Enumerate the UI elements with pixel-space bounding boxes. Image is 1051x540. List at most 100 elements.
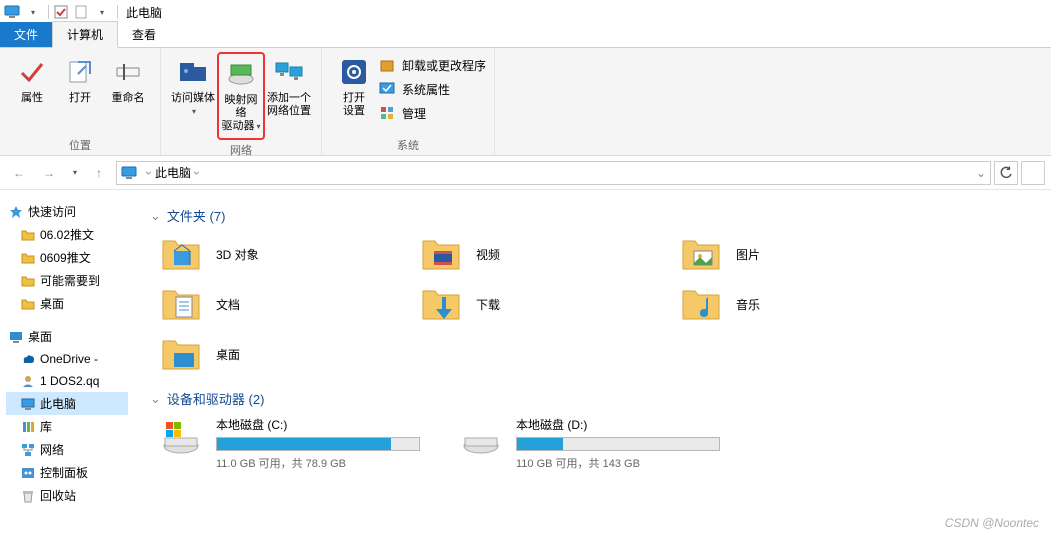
nav-forward-button[interactable]: → [36, 160, 62, 186]
drive-name: 本地磁盘 (D:) [516, 416, 720, 433]
properties-button[interactable]: 属性 [8, 52, 56, 109]
nav-item[interactable]: 库 [6, 415, 128, 438]
nav-label: 控制面板 [40, 464, 88, 481]
folder-item[interactable]: 3D 对象 [160, 233, 380, 275]
folder-icon [20, 227, 36, 243]
ribbon-small-label: 系统属性 [402, 81, 450, 98]
monitor-check-icon [378, 80, 396, 98]
nav-label: 0609推文 [40, 249, 91, 266]
chevron-down-icon: ⌄ [150, 391, 161, 407]
blank-doc-icon[interactable] [73, 4, 89, 20]
dropdown-icon[interactable]: ▾ [93, 4, 109, 20]
folder-item[interactable]: 文档 [160, 283, 380, 325]
nav-label: 可能需要到 [40, 272, 100, 289]
dropdown-icon[interactable]: ▾ [24, 4, 40, 20]
nav-item[interactable]: 此电脑 [6, 392, 128, 415]
open-settings-button[interactable]: 打开设置 [330, 52, 378, 122]
ribbon-small-label: 管理 [402, 105, 426, 122]
ribbon: 属性 打开 重命名 位置 访问媒体▾ [0, 48, 1051, 156]
drive-grid: 本地磁盘 (C:) 11.0 GB 可用，共 78.9 GB 本地磁盘 (D:) 11… [160, 416, 1033, 471]
folder-label: 3D 对象 [216, 246, 259, 263]
settings-gear-icon [338, 56, 370, 88]
folder-video-icon [420, 233, 462, 275]
address-segment[interactable]: 此电脑 [155, 164, 191, 181]
uninstall-programs-button[interactable]: 卸载或更改程序 [378, 56, 486, 74]
tab-computer[interactable]: 计算机 [52, 21, 118, 48]
nav-desktop-root[interactable]: 桌面 [6, 325, 128, 348]
nav-label: 桌面 [28, 328, 52, 345]
system-properties-button[interactable]: 系统属性 [378, 80, 486, 98]
ribbon-group-label: 系统 [330, 135, 486, 153]
net-icon [20, 442, 36, 458]
monitors-icon [273, 56, 305, 88]
nav-up-button[interactable]: ↑ [86, 160, 112, 186]
folder-desk-icon [160, 333, 202, 375]
pc-icon [20, 396, 36, 412]
user-icon [20, 373, 36, 389]
cp-icon [20, 465, 36, 481]
refresh-button[interactable] [994, 161, 1018, 185]
pc-icon [121, 165, 137, 181]
nav-item[interactable]: 控制面板 [6, 461, 128, 484]
folder-icon [20, 296, 36, 312]
folder-label: 音乐 [736, 296, 760, 313]
drive-info: 110 GB 可用，共 143 GB [516, 455, 720, 471]
ribbon-label: 属性 [21, 92, 43, 105]
search-box[interactable] [1021, 161, 1045, 185]
folder-music-icon [680, 283, 722, 325]
tab-view[interactable]: 查看 [118, 22, 170, 47]
nav-item[interactable]: 0609推文 [6, 246, 128, 269]
drive-usage-bar [216, 437, 420, 451]
folder-icon [20, 250, 36, 266]
chevron-right-icon[interactable]: › [190, 171, 204, 175]
nav-history-button[interactable]: ▾ [66, 160, 82, 186]
drive-info: 11.0 GB 可用，共 78.9 GB [216, 455, 420, 471]
section-folders-header[interactable]: ⌄ 文件夹 (7) [150, 206, 1033, 225]
nav-item[interactable]: 桌面 [6, 292, 128, 315]
folder-item[interactable]: 视频 [420, 233, 640, 275]
title-bar: ▾ ▾ 此电脑 [0, 0, 1051, 24]
chevron-right-icon[interactable]: › [142, 171, 156, 175]
ribbon-label: 打开设置 [343, 92, 365, 118]
tab-row: 文件 计算机 查看 [0, 24, 1051, 48]
dropdown-icon[interactable]: ⌄ [976, 166, 986, 180]
folder-item[interactable]: 图片 [680, 233, 900, 275]
address-bar[interactable]: › 此电脑 › ⌄ [116, 161, 991, 185]
drive-item[interactable]: 本地磁盘 (C:) 11.0 GB 可用，共 78.9 GB [160, 416, 420, 471]
map-network-drive-button[interactable]: 映射网络驱动器▾ [217, 52, 265, 140]
folder-item[interactable]: 下载 [420, 283, 640, 325]
add-network-location-button[interactable]: 添加一个网络位置 [265, 52, 313, 122]
nav-item[interactable]: 06.02推文 [6, 223, 128, 246]
tab-file[interactable]: 文件 [0, 22, 52, 47]
nav-quick-access[interactable]: 快速访问 [6, 200, 128, 223]
drive-usage-bar [516, 437, 720, 451]
onedrive-icon [20, 351, 36, 367]
nav-item[interactable]: OneDrive - [6, 348, 128, 370]
section-drives-header[interactable]: ⌄ 设备和驱动器 (2) [150, 389, 1033, 408]
drive-item[interactable]: 本地磁盘 (D:) 110 GB 可用，共 143 GB [460, 416, 720, 471]
chevron-down-icon: ⌄ [150, 208, 161, 224]
nav-label: 06.02推文 [40, 226, 94, 243]
nav-item[interactable]: 1 DOS2.qq [6, 370, 128, 392]
folder-item[interactable]: 音乐 [680, 283, 900, 325]
drive-name: 本地磁盘 (C:) [216, 416, 420, 433]
folder-item[interactable]: 桌面 [160, 333, 380, 375]
star-icon [8, 204, 24, 220]
nav-item[interactable]: 回收站 [6, 484, 128, 507]
open-icon [64, 56, 96, 88]
rename-button[interactable]: 重命名 [104, 52, 152, 109]
nav-item[interactable]: 可能需要到 [6, 269, 128, 292]
open-button[interactable]: 打开 [56, 52, 104, 109]
ribbon-label: 重命名 [112, 92, 145, 105]
nav-label: 回收站 [40, 487, 76, 504]
nav-label: 此电脑 [40, 395, 76, 412]
nav-item[interactable]: 网络 [6, 438, 128, 461]
box-icon [378, 56, 396, 74]
manage-button[interactable]: 管理 [378, 104, 486, 122]
nav-back-button[interactable]: ← [6, 160, 32, 186]
check-icon[interactable] [53, 4, 69, 20]
access-media-button[interactable]: 访问媒体▾ [169, 52, 217, 122]
folder-label: 图片 [736, 246, 760, 263]
nav-label: 1 DOS2.qq [40, 374, 99, 388]
separator [48, 5, 49, 19]
